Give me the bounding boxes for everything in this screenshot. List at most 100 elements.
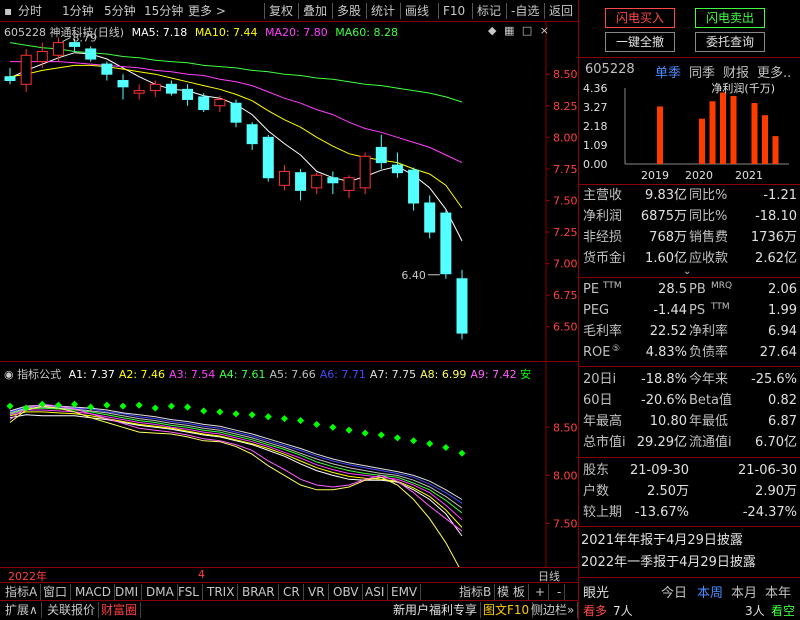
tab-1min[interactable]: 1分钟 — [62, 3, 94, 19]
tab-today[interactable]: 今日 — [661, 582, 687, 601]
square-icon[interactable]: □ — [522, 24, 532, 37]
candle-body[interactable] — [278, 170, 290, 186]
candle-body[interactable] — [456, 278, 468, 334]
candle-body[interactable] — [262, 136, 274, 179]
indicator-settings-icon[interactable]: ◉ — [4, 368, 14, 381]
tab-macd[interactable]: MACD — [72, 584, 115, 600]
chart-legend: 605228 神通科技(日线) MA5: 7.18 MA10: 7.44 MA2… — [4, 24, 398, 40]
tab-dmi[interactable]: DMI — [112, 584, 143, 600]
statistics-button[interactable]: 统计 — [366, 3, 395, 19]
back-button[interactable]: 返回 — [544, 3, 573, 19]
sidebar-toggle-button[interactable]: 侧边栏» — [528, 602, 579, 618]
candle-body[interactable] — [117, 80, 129, 88]
flash-buy-button[interactable]: 闪电买入 — [605, 8, 675, 28]
candle-body[interactable] — [133, 90, 145, 94]
tab-indicator-b[interactable]: 指标B — [456, 584, 496, 600]
new-user-benefit-link[interactable]: 新用户福利专享 — [390, 602, 482, 618]
more-periods-button[interactable]: 更多 > — [188, 3, 226, 19]
candle-body[interactable] — [327, 177, 339, 184]
f10-button[interactable]: F10 — [438, 3, 465, 19]
overlay-button[interactable]: 叠加 — [298, 3, 327, 19]
chevron-down-icon[interactable]: ⌄ — [683, 266, 691, 277]
tab-more[interactable]: 更多.. — [757, 62, 791, 81]
row-label: 净利率 — [689, 324, 729, 339]
signal-dot — [216, 408, 224, 416]
tab-same-quarter[interactable]: 同季 — [689, 62, 715, 81]
row-label: PS — [689, 303, 706, 318]
tab-5min[interactable]: 5分钟 — [104, 3, 136, 19]
period-icon[interactable]: ▪ — [4, 3, 12, 19]
expand-button[interactable]: 扩展∧ — [2, 602, 42, 618]
tab-indicator-a[interactable]: 指标A — [2, 584, 42, 600]
tab-this-year[interactable]: 本年 — [765, 582, 791, 601]
tab-asi[interactable]: ASI — [362, 584, 389, 600]
tab-cr[interactable]: CR — [280, 584, 304, 600]
row-value: 2.90万 — [755, 484, 797, 499]
tab-template[interactable]: 模 板 — [494, 584, 529, 600]
tab-window[interactable]: 窗口 — [40, 584, 72, 600]
candle-body[interactable] — [182, 88, 194, 100]
related-quotes-button[interactable]: 关联报价 — [44, 602, 100, 618]
candle-body[interactable] — [36, 50, 48, 63]
tab-15min[interactable]: 15分钟 — [144, 3, 183, 19]
candle-body[interactable] — [408, 169, 420, 204]
diamond-icon[interactable]: ◆ — [488, 24, 496, 37]
indicator-legend-a9: A9: 7.42 — [470, 368, 517, 381]
wealth-circle-button[interactable]: 财富圈 — [98, 602, 142, 618]
multi-stock-button[interactable]: 多股 — [332, 3, 361, 19]
cancel-all-button[interactable]: 一键全撤 — [605, 32, 675, 52]
quarterly-report-notice[interactable]: 2022年一季报于4月29日披露 — [581, 553, 799, 573]
candle-body[interactable] — [440, 212, 452, 275]
order-query-button[interactable]: 委托查询 — [695, 32, 765, 52]
signal-dot — [6, 402, 14, 410]
tab-this-week[interactable]: 本周 — [697, 582, 723, 601]
tab-emv[interactable]: EMV — [388, 584, 422, 600]
flash-sell-button[interactable]: 闪电卖出 — [695, 8, 765, 28]
tab-this-month[interactable]: 本月 — [731, 582, 757, 601]
zoom-in-button[interactable]: + — [532, 584, 550, 600]
remove-watchlist-button[interactable]: -自选 — [506, 3, 539, 19]
candle-body[interactable] — [391, 164, 403, 174]
candle-body[interactable] — [52, 42, 64, 56]
candle-body[interactable] — [214, 98, 226, 107]
candlestick-chart[interactable]: 8.508.258.007.757.507.257.006.756.50 8.7… — [0, 22, 578, 362]
candle-body[interactable] — [230, 102, 242, 123]
row-label-sup: MRQ — [711, 281, 733, 291]
candle-body[interactable] — [359, 155, 371, 189]
annual-report-notice[interactable]: 2021年年报于4月29日披露 — [581, 531, 799, 551]
draw-line-button[interactable]: 画线 — [400, 3, 429, 19]
axis-month-label: 4 — [198, 568, 205, 581]
tab-brar[interactable]: BRAR — [239, 584, 279, 600]
mark-button[interactable]: 标记 — [472, 3, 501, 19]
candle-body[interactable] — [424, 202, 436, 233]
row-label: 同比% — [689, 188, 728, 203]
tab-dma[interactable]: DMA — [143, 584, 178, 600]
tab-obv[interactable]: OBV — [330, 584, 363, 600]
tab-fsl[interactable]: FSL — [175, 584, 203, 600]
tab-single-quarter[interactable]: 单季 — [655, 62, 681, 81]
candle-body[interactable] — [4, 76, 16, 82]
indicator-chart[interactable]: 8.50 8.00 7.50 — [0, 362, 578, 567]
candle-body[interactable] — [149, 83, 161, 92]
candle-body[interactable] — [295, 172, 307, 191]
candle-body[interactable] — [20, 54, 32, 85]
tab-vr[interactable]: VR — [305, 584, 329, 600]
tab-intraday[interactable]: 分时 — [18, 3, 42, 19]
candle-body[interactable] — [311, 174, 323, 189]
signal-dot — [248, 411, 256, 419]
candle-body[interactable] — [343, 177, 355, 191]
zoom-out-button[interactable]: - — [554, 584, 566, 600]
right-info-panel: 闪电买入 闪电卖出 一键全撤 委托查询 605228 单季 同季 财报 更多..… — [578, 0, 800, 620]
close-icon[interactable]: × — [540, 24, 549, 37]
candle-body[interactable] — [165, 83, 177, 94]
adjust-button[interactable]: 复权 — [264, 3, 293, 19]
tab-trix[interactable]: TRIX — [204, 584, 239, 600]
candle-body[interactable] — [198, 96, 210, 111]
candle-body[interactable] — [375, 146, 387, 164]
tab-financial-report[interactable]: 财报 — [723, 62, 749, 81]
candle-body[interactable] — [85, 48, 97, 60]
grid-icon[interactable]: ▦ — [504, 24, 514, 37]
candle-body[interactable] — [101, 63, 113, 75]
candle-body[interactable] — [246, 124, 258, 145]
f10-graphic-button[interactable]: 图文F10 — [480, 602, 534, 618]
